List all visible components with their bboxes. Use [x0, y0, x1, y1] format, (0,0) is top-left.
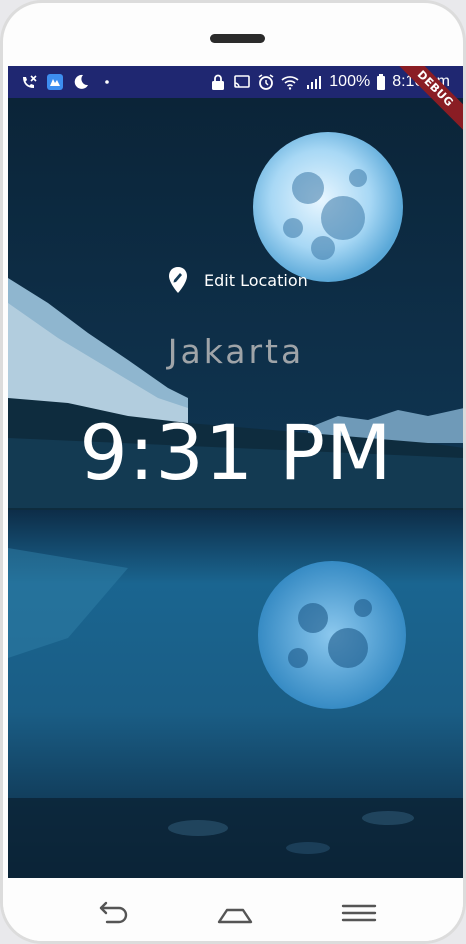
- status-bar: 100% 8:16 pm DEBUG: [8, 66, 463, 135]
- moon-icon: [72, 73, 90, 91]
- speaker-grille: [210, 34, 265, 43]
- city-name: Jakarta: [167, 332, 305, 371]
- app-icon: [46, 73, 64, 91]
- battery-icon: [376, 73, 386, 91]
- navigation-bar: [3, 878, 463, 941]
- status-bar-left: [8, 73, 116, 91]
- wifi-icon: [281, 73, 299, 91]
- edit-location-label: Edit Location: [204, 270, 308, 290]
- phone-frame: 100% 8:16 pm DEBUG Edit Location Jakarta…: [0, 0, 466, 944]
- home-icon: [215, 908, 255, 932]
- local-time: 9:31 PM: [79, 408, 393, 497]
- alarm-lock-icon: [209, 73, 227, 91]
- missed-call-icon: [20, 73, 38, 91]
- menu-button[interactable]: [339, 898, 379, 928]
- alarm-icon: [257, 73, 275, 91]
- signal-icon: [305, 73, 323, 91]
- location-edit-icon: [168, 266, 188, 294]
- menu-icon: [339, 904, 379, 932]
- app-screen: 100% 8:16 pm DEBUG Edit Location Jakarta…: [8, 66, 463, 878]
- dot-icon: [98, 73, 116, 91]
- home-button[interactable]: [215, 898, 255, 928]
- back-icon: [93, 901, 133, 932]
- edit-location-button[interactable]: Edit Location: [168, 264, 308, 296]
- cast-icon: [233, 73, 251, 91]
- battery-percent: 100%: [329, 73, 371, 90]
- back-button[interactable]: [93, 898, 133, 928]
